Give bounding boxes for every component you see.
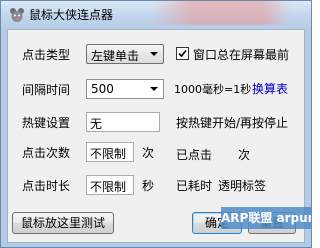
title-bar[interactable]: 鼠标大侠连点器: [1, 1, 311, 29]
chevron-down-icon: [150, 87, 158, 91]
clicked-label: 已点击: [176, 148, 213, 162]
always-on-top-checkbox[interactable]: [176, 47, 189, 60]
always-on-top-label: 窗口总在屏幕最前: [193, 48, 290, 62]
hotkey-value: 无: [90, 117, 103, 131]
interval-value: 500: [91, 82, 114, 96]
mouse-icon: [9, 7, 25, 23]
hotkey-hint: 按热键开始/再按停止: [176, 116, 289, 130]
click-duration-unit: 秒: [142, 179, 155, 193]
click-count-label: 点击次数: [22, 146, 71, 160]
interval-select[interactable]: 500: [86, 79, 164, 99]
click-type-select[interactable]: 左键单击: [86, 44, 164, 64]
click-type-value: 左键单击: [91, 49, 140, 63]
interval-label: 间隔时间: [22, 83, 71, 97]
hotkey-label: 热键设置: [22, 116, 71, 130]
window-title: 鼠标大侠连点器: [29, 8, 114, 22]
click-count-value: 不限制: [90, 147, 127, 161]
title-background-pattern: [151, 1, 291, 25]
click-count-input[interactable]: 不限制: [86, 142, 134, 162]
checkmark-icon: [178, 49, 187, 58]
app-window: 鼠标大侠连点器 点击类型 左键单击 窗口总在屏幕最前 间隔时间 500 1000…: [0, 0, 312, 248]
conversion-table-link[interactable]: 换算表: [252, 80, 288, 97]
clicked-unit: 次: [238, 148, 251, 162]
chevron-down-icon: [150, 52, 158, 56]
click-duration-value: 不限制: [90, 180, 127, 194]
site-watermark: ARP联盟 arpun.com: [221, 207, 311, 229]
transparent-label-toggle[interactable]: 透明标签: [218, 177, 266, 194]
click-duration-input[interactable]: 不限制: [86, 175, 134, 195]
test-area-button[interactable]: 鼠标放这里测试: [12, 212, 114, 234]
conversion-note: 1000毫秒=1秒: [174, 83, 252, 96]
click-count-unit: 次: [142, 146, 155, 160]
click-duration-label: 点击时长: [22, 179, 71, 193]
elapsed-label: 已耗时: [176, 179, 213, 193]
click-type-label: 点击类型: [22, 48, 71, 62]
hotkey-input[interactable]: 无: [86, 112, 160, 132]
